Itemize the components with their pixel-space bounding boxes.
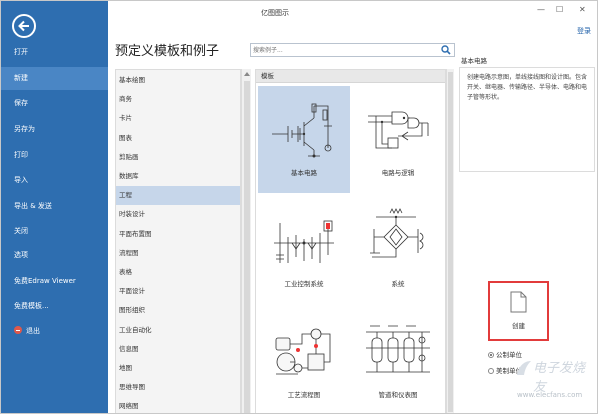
category-list: 基本绘图 商务 卡片 图表 剪贴画 数据库 工程 时装设计 平面布置图 流程图 … bbox=[115, 69, 241, 413]
piping-instrumentation-thumbnail bbox=[366, 325, 430, 373]
back-button[interactable] bbox=[12, 14, 36, 38]
template-description: 创建电路示意图，单线接线图和设计图。包含开关、继电器、传输路径、半导体、电路和电… bbox=[459, 67, 595, 172]
sidebar-item-options[interactable]: 选项 bbox=[1, 244, 108, 267]
watermark-text: 电子发烧友 bbox=[533, 361, 586, 395]
process-flow-thumbnail bbox=[275, 328, 331, 375]
category-item[interactable]: 流程图 bbox=[116, 244, 240, 263]
circuit-logic-thumbnail bbox=[368, 111, 429, 149]
template-piping-instrumentation[interactable]: 管道和仪表图 bbox=[352, 308, 444, 413]
template-basic-circuit[interactable]: 基本电路 bbox=[258, 86, 350, 193]
template-label: 管道和仪表图 bbox=[378, 391, 418, 399]
category-item[interactable]: 图表 bbox=[116, 129, 240, 148]
system-thumbnail bbox=[370, 208, 424, 258]
arrow-left-icon bbox=[18, 20, 29, 32]
category-item[interactable]: 思维导图 bbox=[116, 378, 240, 397]
category-item[interactable]: 平面设计 bbox=[116, 282, 240, 301]
category-item[interactable]: 时装设计 bbox=[116, 205, 240, 224]
industrial-control-thumbnail bbox=[274, 220, 334, 263]
sidebar-item-free-viewer[interactable]: 免费Edraw Viewer bbox=[1, 270, 108, 293]
sidebar-item-save-as[interactable]: 另存为 bbox=[1, 118, 108, 141]
template-label: 基本电路 bbox=[291, 169, 317, 177]
scroll-up-icon[interactable] bbox=[244, 72, 250, 76]
category-item[interactable]: 地图 bbox=[116, 359, 240, 378]
template-label: 电路与逻辑 bbox=[381, 169, 415, 177]
search-box bbox=[250, 43, 455, 57]
create-button-label: 创建 bbox=[512, 322, 525, 330]
page-title: 预定义模板和例子 bbox=[115, 44, 220, 59]
search-icon[interactable] bbox=[441, 45, 451, 55]
exit-icon bbox=[14, 326, 22, 334]
category-item[interactable]: 卡片 bbox=[116, 109, 240, 128]
sidebar-item-print[interactable]: 打印 bbox=[1, 144, 108, 167]
restore-button[interactable]: ☐ bbox=[556, 5, 563, 14]
template-label: 工业控制系统 bbox=[284, 280, 324, 288]
template-section-header: 模板 bbox=[256, 70, 445, 83]
sidebar-item-exit[interactable]: 退出 bbox=[1, 320, 108, 343]
category-item[interactable]: 表格 bbox=[116, 263, 240, 282]
radio-metric[interactable] bbox=[488, 352, 494, 358]
basic-circuit-thumbnail bbox=[272, 103, 332, 158]
watermark-logo-icon bbox=[517, 361, 531, 375]
category-item[interactable]: 工业自动化 bbox=[116, 321, 240, 340]
category-item-engineering[interactable]: 工程 bbox=[116, 186, 240, 206]
watermark-url: www.elecfans.com bbox=[517, 391, 583, 399]
category-item[interactable]: 商务 bbox=[116, 90, 240, 109]
sidebar-item-free-templates[interactable]: 免费模板... bbox=[1, 295, 108, 318]
category-item[interactable]: 数据库 bbox=[116, 167, 240, 186]
template-process-flow[interactable]: 工艺流程图 bbox=[258, 308, 350, 413]
sidebar-item-export-send[interactable]: 导出 & 发送 bbox=[1, 195, 108, 218]
minimize-button[interactable]: — bbox=[537, 5, 545, 14]
close-button[interactable]: ✕ bbox=[579, 5, 586, 14]
template-detail-title: 基本电路 bbox=[461, 57, 487, 65]
template-system[interactable]: 系统 bbox=[352, 197, 444, 304]
window-title: 亿图图示 bbox=[261, 9, 289, 17]
sidebar-item-new[interactable]: 新建 bbox=[1, 67, 108, 90]
category-scrollbar[interactable] bbox=[241, 69, 251, 413]
scrollbar-thumb[interactable] bbox=[244, 81, 250, 413]
sidebar-item-save[interactable]: 保存 bbox=[1, 92, 108, 115]
radio-us[interactable] bbox=[488, 368, 494, 374]
watermark: 电子发烧友 www.elecfans.com bbox=[513, 357, 597, 399]
template-scrollbar[interactable] bbox=[446, 69, 454, 413]
sidebar-item-open[interactable]: 打开 bbox=[1, 41, 108, 64]
new-document-icon bbox=[510, 291, 527, 313]
template-panel: 模板 基本电路 电路与逻辑 工业控制系统 系统 工艺流程图 管道和仪表图 bbox=[255, 69, 446, 413]
category-item[interactable]: 图形组织 bbox=[116, 301, 240, 320]
category-item[interactable]: 基本绘图 bbox=[116, 71, 240, 90]
app-window: 打开 新建 保存 另存为 打印 导入 导出 & 发送 关闭 选项 免费Edraw… bbox=[0, 0, 598, 414]
category-item[interactable]: 网络图 bbox=[116, 397, 240, 413]
create-button[interactable]: 创建 bbox=[488, 281, 549, 341]
search-input[interactable] bbox=[253, 45, 433, 56]
template-industrial-control[interactable]: 工业控制系统 bbox=[258, 197, 350, 304]
scrollbar-thumb[interactable] bbox=[448, 72, 453, 412]
file-sidebar: 打开 新建 保存 另存为 打印 导入 导出 & 发送 关闭 选项 免费Edraw… bbox=[1, 1, 108, 413]
template-label: 系统 bbox=[391, 280, 405, 288]
sidebar-item-close[interactable]: 关闭 bbox=[1, 220, 108, 243]
category-item[interactable]: 剪贴画 bbox=[116, 148, 240, 167]
template-circuit-logic[interactable]: 电路与逻辑 bbox=[352, 86, 444, 193]
template-label: 工艺流程图 bbox=[287, 391, 321, 399]
login-link[interactable]: 登录 bbox=[577, 26, 591, 36]
category-item[interactable]: 信息图 bbox=[116, 340, 240, 359]
category-item[interactable]: 平面布置图 bbox=[116, 225, 240, 244]
sidebar-item-import[interactable]: 导入 bbox=[1, 169, 108, 192]
